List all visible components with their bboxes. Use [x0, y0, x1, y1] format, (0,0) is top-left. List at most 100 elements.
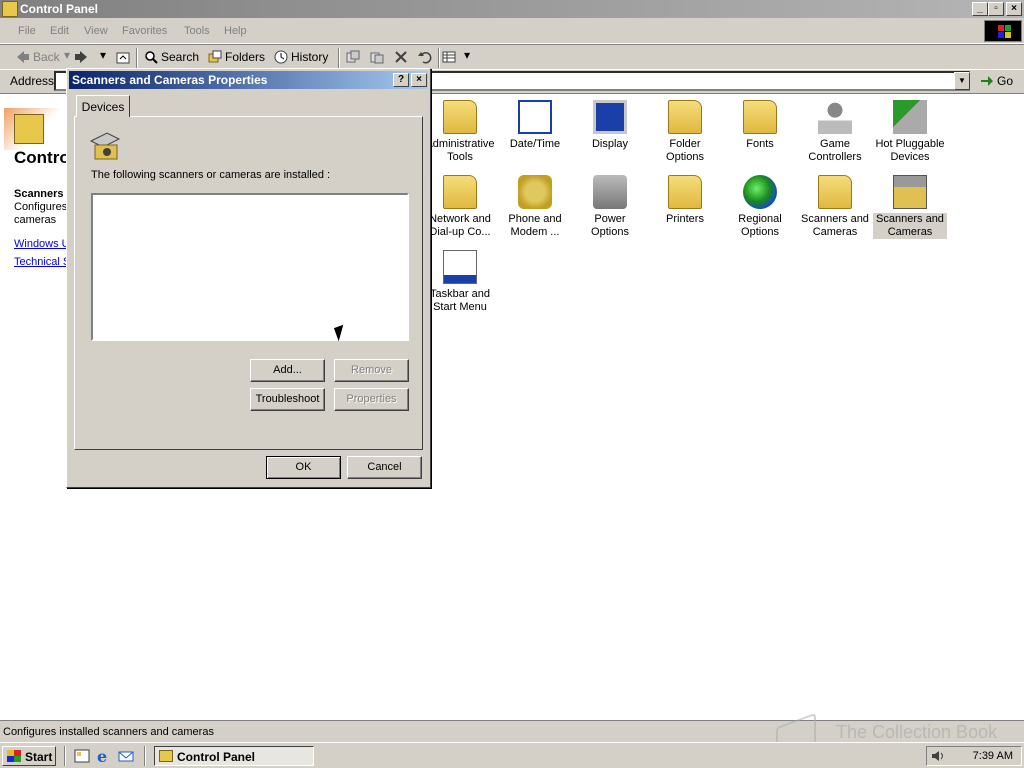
tab-devices[interactable]: Devices — [76, 95, 130, 117]
copy-to-button[interactable] — [370, 50, 387, 64]
history-label: History — [291, 50, 329, 64]
move-to-icon — [346, 50, 360, 64]
search-label: Search — [161, 50, 200, 64]
help-button[interactable]: ? — [393, 73, 409, 87]
history-icon — [274, 50, 288, 64]
cancel-button[interactable]: Cancel — [347, 456, 422, 479]
phone-modem-item[interactable]: Phone and Modem ... — [498, 175, 572, 239]
views-button[interactable] — [442, 50, 459, 64]
forward-arrow-icon — [74, 50, 88, 64]
item-label: Phone and Modem ... — [508, 213, 562, 238]
printer-folder-icon — [668, 175, 702, 209]
address-label: Address — [10, 74, 55, 88]
go-button[interactable]: Go — [980, 74, 1013, 88]
forward-dropdown-icon[interactable]: ▾ — [100, 48, 106, 62]
search-button[interactable]: Search — [144, 50, 199, 64]
views-dropdown-icon[interactable]: ▾ — [464, 48, 470, 62]
add-button[interactable]: Add... — [250, 359, 325, 382]
go-arrow-icon — [980, 75, 994, 87]
item-label: Taskbar and Start Menu — [430, 288, 490, 313]
delete-x-icon — [394, 50, 408, 64]
back-button[interactable]: Back — [16, 50, 60, 64]
item-label: Folder Options — [666, 138, 704, 163]
dialog-close-button[interactable]: × — [411, 73, 427, 87]
printers-item[interactable]: Printers — [648, 175, 722, 226]
address-dropdown-button[interactable]: ▼ — [954, 72, 970, 90]
properties-button[interactable]: Properties — [334, 388, 409, 411]
volume-speaker-icon[interactable] — [931, 749, 945, 763]
scanner-icon — [893, 175, 927, 209]
views-grid-icon — [442, 50, 456, 64]
control-panel-icon — [2, 1, 18, 17]
dialog-title-bar[interactable]: Scanners and Cameras Properties ? × — [69, 71, 428, 89]
menu-help[interactable]: Help — [224, 25, 247, 37]
menu-edit[interactable]: Edit — [50, 25, 69, 37]
power-options-item[interactable]: Power Options — [573, 175, 647, 239]
control-panel-icon — [159, 750, 173, 762]
system-tray: 7:39 AM — [926, 746, 1022, 766]
minimize-button[interactable]: _ — [972, 2, 988, 16]
taskbar: Start e Control Panel 7:39 AM — [0, 742, 1024, 768]
task-label: Control Panel — [177, 750, 256, 764]
window-title-bar: Control Panel _ ▫ × — [0, 0, 1024, 18]
phone-icon — [518, 175, 552, 209]
installed-devices-description: The following scanners or cameras are in… — [91, 169, 331, 181]
menu-favorites[interactable]: Favorites — [122, 25, 167, 37]
menu-file[interactable]: File — [18, 25, 36, 37]
close-button[interactable]: × — [1006, 2, 1022, 16]
history-button[interactable]: History — [274, 50, 328, 64]
undo-icon — [418, 50, 432, 64]
watermark-text: The Collection Book — [836, 722, 998, 742]
date-time-item[interactable]: Date/Time — [498, 100, 572, 151]
item-label: Regional Options — [738, 213, 782, 238]
toolbar-separator — [438, 48, 440, 68]
scanners-cameras-folder-item[interactable]: Scanners and Cameras — [798, 175, 872, 239]
toolbar-separator — [338, 48, 340, 68]
delete-button[interactable] — [394, 50, 411, 64]
left-panel-banner — [4, 108, 60, 150]
show-desktop-icon[interactable] — [74, 748, 90, 764]
folders-button[interactable]: Folders — [208, 50, 265, 64]
item-label: Hot Pluggable Devices — [875, 138, 945, 163]
taskbar-control-panel-button[interactable]: Control Panel — [154, 746, 314, 766]
ok-button[interactable]: OK — [266, 456, 341, 479]
start-label: Start — [25, 750, 53, 764]
installed-devices-list[interactable] — [91, 193, 409, 341]
taskbar-start-menu-item[interactable]: Taskbar and Start Menu — [423, 250, 497, 314]
scanner-camera-icon — [89, 129, 121, 161]
start-button[interactable]: Start — [2, 746, 56, 766]
plug-icon — [893, 100, 927, 134]
hot-pluggable-devices-item[interactable]: Hot Pluggable Devices — [873, 100, 947, 164]
left-panel-description-line2: cameras — [14, 214, 57, 226]
control-panel-large-icon — [14, 114, 44, 144]
power-plug-icon — [593, 175, 627, 209]
restore-button[interactable]: ▫ — [988, 2, 1004, 16]
network-dialup-item[interactable]: Network and Dial-up Co... — [423, 175, 497, 239]
back-dropdown-icon[interactable]: ▾ — [64, 48, 70, 62]
up-folder-button[interactable] — [116, 50, 133, 64]
clock[interactable]: 7:39 AM — [973, 750, 1013, 762]
display-item[interactable]: Display — [573, 100, 647, 151]
left-panel-heading: Scanners — [14, 188, 64, 200]
up-folder-icon — [116, 50, 130, 64]
internet-explorer-icon[interactable]: e — [96, 747, 112, 766]
scanners-cameras-item[interactable]: Scanners and Cameras — [873, 175, 947, 239]
back-arrow-icon — [16, 50, 30, 64]
move-to-button[interactable] — [346, 50, 363, 64]
forward-button[interactable] — [74, 50, 91, 64]
remove-button[interactable]: Remove — [334, 359, 409, 382]
administrative-tools-item[interactable]: Administrative Tools — [423, 100, 497, 164]
windows-update-link[interactable]: Windows U — [14, 238, 70, 250]
undo-button[interactable] — [418, 50, 435, 64]
game-controllers-item[interactable]: Game Controllers — [798, 100, 872, 164]
technical-support-link[interactable]: Technical S — [14, 256, 70, 268]
regional-options-item[interactable]: Regional Options — [723, 175, 797, 239]
taskbar-separator — [64, 746, 66, 766]
menu-tools[interactable]: Tools — [184, 25, 210, 37]
scanners-cameras-properties-dialog: Scanners and Cameras Properties ? × Devi… — [66, 68, 431, 488]
outlook-express-icon[interactable] — [118, 748, 134, 764]
fonts-item[interactable]: Fonts — [723, 100, 797, 151]
troubleshoot-button[interactable]: Troubleshoot — [250, 388, 325, 411]
menu-view[interactable]: View — [84, 25, 108, 37]
folder-options-item[interactable]: Folder Options — [648, 100, 722, 164]
